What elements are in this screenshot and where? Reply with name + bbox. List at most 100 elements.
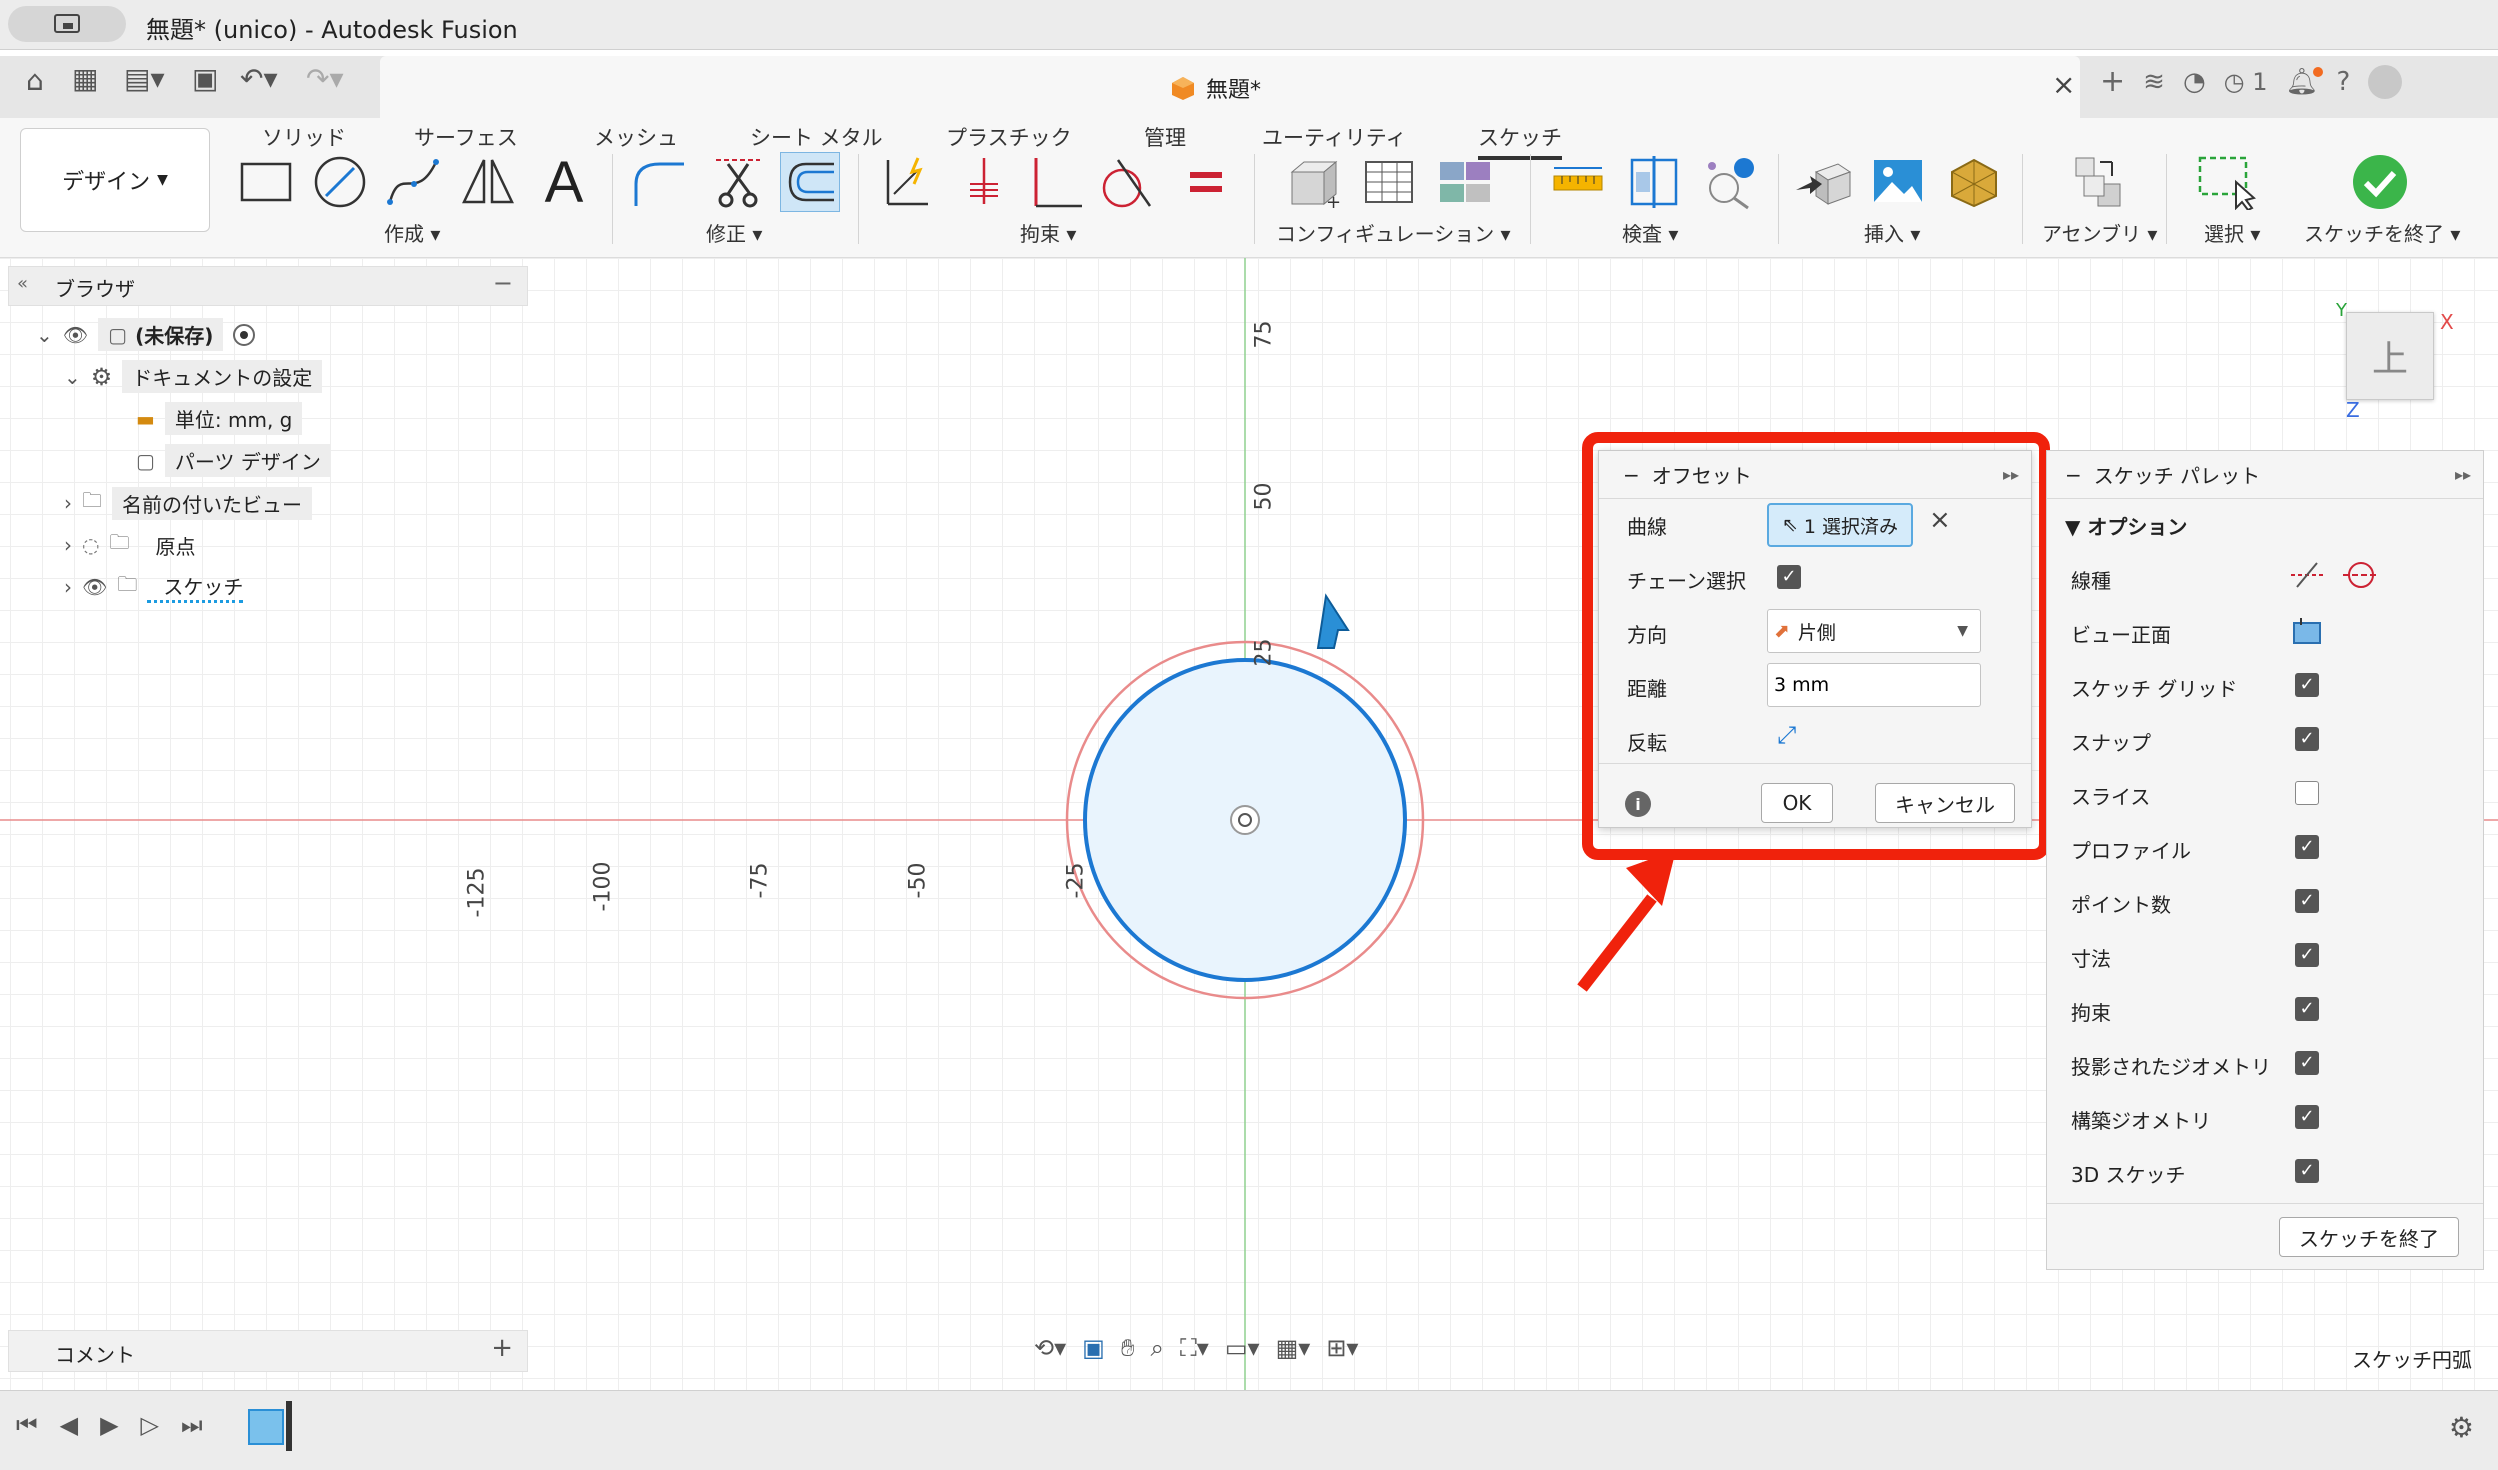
- configuration-table-tool[interactable]: [1360, 152, 1420, 212]
- extensions-icon[interactable]: ≋: [2143, 67, 2165, 97]
- new-component-tool[interactable]: [2068, 152, 2128, 212]
- constraints-checkbox[interactable]: ✓: [2295, 997, 2319, 1021]
- center-point[interactable]: [1230, 805, 1260, 835]
- tab-sheet-metal[interactable]: シート メタル: [750, 122, 883, 152]
- sketch-dimension-tool[interactable]: [876, 152, 936, 212]
- add-comment-icon[interactable]: +: [491, 1333, 513, 1363]
- look-at-icon[interactable]: [2291, 615, 2323, 647]
- grid-settings-icon[interactable]: ▦▾: [1276, 1334, 1311, 1362]
- browser-units[interactable]: ▬ 単位: mm, g: [136, 402, 303, 435]
- equal-constraint[interactable]: [1176, 152, 1236, 212]
- offline-icon[interactable]: ◔: [2183, 67, 2206, 97]
- construction-line-icon[interactable]: [2287, 557, 2327, 593]
- timeline-sketch-item[interactable]: [248, 1409, 284, 1445]
- orbit-icon[interactable]: ⟲▾: [1034, 1334, 1066, 1362]
- timeline-marker[interactable]: [286, 1401, 292, 1451]
- configure-menu[interactable]: コンフィギュレーション ▾: [1276, 218, 1511, 247]
- collapse-browser-icon[interactable]: «: [17, 273, 28, 294]
- profile-checkbox[interactable]: ✓: [2295, 835, 2319, 859]
- construction-geometry-checkbox[interactable]: ✓: [2295, 1105, 2319, 1129]
- chevron-down-icon[interactable]: ⌄: [64, 365, 81, 389]
- browser-origin[interactable]: › ◌ 🗀 原点: [64, 528, 195, 562]
- pan-icon[interactable]: ✋︎: [1121, 1334, 1135, 1362]
- assemble-menu[interactable]: アセンブリ ▾: [2042, 218, 2157, 247]
- insert-derive-tool[interactable]: [1794, 152, 1854, 212]
- browser-named-views[interactable]: › 🗀 名前の付いたビュー: [64, 486, 312, 520]
- section-analysis-tool[interactable]: [1624, 152, 1684, 212]
- viewports-icon[interactable]: ⊞▾: [1326, 1334, 1358, 1362]
- insert-mesh-tool[interactable]: [1944, 152, 2004, 212]
- select-tool[interactable]: [2196, 152, 2256, 212]
- notification-icon[interactable]: 🔔︎: [2286, 66, 2323, 97]
- fillet-tool[interactable]: [628, 152, 688, 212]
- 3d-sketch-checkbox[interactable]: ✓: [2295, 1159, 2319, 1183]
- circle-tool[interactable]: [310, 152, 370, 212]
- slice-checkbox[interactable]: [2295, 781, 2319, 805]
- offset-tool[interactable]: [780, 152, 840, 212]
- modify-menu[interactable]: 修正 ▾: [706, 218, 762, 247]
- go-to-start-icon[interactable]: ⏮: [16, 1411, 38, 1439]
- finish-sketch-tool[interactable]: [2350, 152, 2410, 212]
- snap-checkbox[interactable]: ✓: [2295, 727, 2319, 751]
- canvas-image-tool[interactable]: [1868, 152, 1928, 212]
- zoom-icon[interactable]: ⌕: [1151, 1334, 1164, 1362]
- tab-plastic[interactable]: プラスチック: [946, 122, 1072, 152]
- job-status-icon[interactable]: ◷: [2224, 68, 2245, 96]
- collapse-palette-icon[interactable]: −: [2065, 463, 2082, 487]
- fit-icon[interactable]: ⛶▾: [1180, 1334, 1209, 1362]
- close-tab-icon[interactable]: ×: [2052, 68, 2075, 101]
- offset-direction-arrow-icon[interactable]: [1316, 593, 1350, 649]
- rectangle-tool[interactable]: [236, 152, 296, 212]
- tab-mesh[interactable]: メッシュ: [594, 122, 678, 152]
- tab-utilities[interactable]: ユーティリティ: [1262, 122, 1406, 152]
- step-back-icon[interactable]: ◀: [60, 1411, 78, 1439]
- chevron-right-icon[interactable]: ›: [64, 491, 72, 515]
- window-menu-button[interactable]: [8, 6, 126, 42]
- expand-palette-icon[interactable]: ▸▸: [2455, 465, 2471, 484]
- home-icon[interactable]: ⌂: [26, 64, 44, 97]
- minimize-browser-icon[interactable]: −: [493, 269, 513, 297]
- undo-icon[interactable]: ↶▾: [240, 62, 278, 95]
- browser-sketches[interactable]: › 👁︎ 🗀 スケッチ: [64, 570, 244, 604]
- dimensions-checkbox[interactable]: ✓: [2295, 943, 2319, 967]
- save-icon[interactable]: ▣: [192, 62, 218, 95]
- go-to-end-icon[interactable]: ⏭: [181, 1411, 203, 1439]
- trim-tool[interactable]: [708, 152, 768, 212]
- eye-hidden-icon[interactable]: ◌: [82, 533, 99, 557]
- centerline-icon[interactable]: [2341, 557, 2381, 593]
- finish-sketch-menu[interactable]: スケッチを終了 ▾: [2304, 218, 2460, 247]
- tab-solid[interactable]: ソリッド: [262, 122, 346, 152]
- data-panel-icon[interactable]: ▦: [72, 62, 98, 95]
- points-checkbox[interactable]: ✓: [2295, 889, 2319, 913]
- create-menu[interactable]: 作成 ▾: [384, 218, 440, 247]
- display-settings-icon[interactable]: ▭▾: [1225, 1334, 1260, 1362]
- coincident-constraint[interactable]: [954, 152, 1014, 212]
- measure-tool[interactable]: [1548, 152, 1608, 212]
- timeline-settings-gear-icon[interactable]: ⚙: [2449, 1411, 2474, 1444]
- finish-sketch-button[interactable]: スケッチを終了: [2279, 1217, 2459, 1257]
- eye-icon[interactable]: 👁︎: [63, 323, 88, 347]
- redo-icon[interactable]: ↷▾: [306, 62, 344, 95]
- browser-doc-settings[interactable]: ⌄ ⚙ ドキュメントの設定: [64, 360, 323, 393]
- perpendicular-constraint[interactable]: [1024, 152, 1084, 212]
- file-menu-icon[interactable]: ▤▾: [124, 62, 165, 95]
- tab-surface[interactable]: サーフェス: [414, 122, 518, 152]
- configure-design-tool[interactable]: +: [1284, 152, 1344, 212]
- constrain-menu[interactable]: 拘束 ▾: [1020, 218, 1076, 247]
- look-at-nav-icon[interactable]: ▣: [1082, 1334, 1105, 1362]
- mirror-tool[interactable]: [458, 152, 518, 212]
- step-forward-icon[interactable]: ▷: [141, 1411, 159, 1439]
- chevron-right-icon[interactable]: ›: [64, 533, 72, 557]
- browser-root[interactable]: ⌄ 👁︎ ▢ (未保存): [36, 318, 256, 351]
- help-icon[interactable]: ?: [2337, 67, 2351, 97]
- browser-part-design[interactable]: ▢ パーツ デザイン: [136, 444, 331, 477]
- avatar[interactable]: [2368, 64, 2403, 99]
- inspect-menu[interactable]: 検査 ▾: [1622, 218, 1678, 247]
- new-tab-icon[interactable]: +: [2100, 64, 2125, 99]
- interference-tool[interactable]: [1700, 152, 1760, 212]
- text-tool[interactable]: A: [534, 150, 594, 215]
- insert-menu[interactable]: 挿入 ▾: [1864, 218, 1920, 247]
- chevron-right-icon[interactable]: ›: [64, 575, 72, 599]
- chevron-down-icon[interactable]: ⌄: [36, 323, 53, 347]
- tangent-constraint[interactable]: [1096, 152, 1156, 212]
